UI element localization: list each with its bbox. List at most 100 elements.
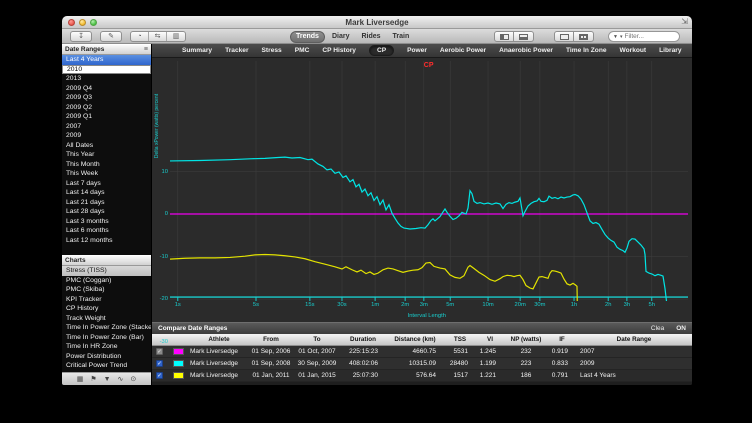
minimize-button[interactable] <box>79 19 86 26</box>
date-range-item[interactable]: 2009 Q3 <box>62 93 151 103</box>
tab-library[interactable]: Library <box>659 47 681 54</box>
tab-stress[interactable]: Stress <box>262 47 282 54</box>
chart-list-item[interactable]: KPI Tracker <box>62 295 151 305</box>
tab-workout[interactable]: Workout <box>620 47 647 54</box>
column-header: Distance (km) <box>386 336 444 343</box>
filter-input[interactable] <box>624 33 675 40</box>
chart-list-item[interactable]: Power Distribution <box>62 352 151 362</box>
chart-list-item[interactable]: PMC (Skiba) <box>62 285 151 295</box>
view-tab-train[interactable]: Train <box>388 32 415 42</box>
table-row[interactable]: ✓Mark Liversedge01 Jan, 201101 Jan, 2015… <box>152 370 692 382</box>
trend-icon[interactable]: ∿ <box>118 373 124 386</box>
sidebar-footer-toolbar: ▦ ⚑ ▼ ∿ ⊙ <box>62 372 151 385</box>
date-range-item[interactable]: Last 7 days <box>62 179 151 189</box>
date-range-item[interactable]: Last 12 months <box>62 236 151 246</box>
view-tab-rides[interactable]: Rides <box>356 32 385 42</box>
chart-list-item[interactable]: Time In HR Zone <box>62 342 151 352</box>
chart-list-item[interactable]: Time In Power Zone (Stacked) <box>62 323 151 333</box>
x-tick-label: 3m <box>420 302 428 308</box>
on-toggle[interactable]: ON <box>676 325 686 332</box>
tab-cp[interactable]: CP <box>369 45 394 56</box>
tab-time-in-zone[interactable]: Time In Zone <box>566 47 607 54</box>
stopwatch-button[interactable]: ◔ <box>131 32 149 41</box>
clear-button[interactable]: Clea <box>651 325 664 332</box>
left-pane-icon <box>500 34 509 40</box>
date-range-item[interactable]: Last 4 Years <box>62 55 151 65</box>
x-tick-label: 3h <box>624 302 630 308</box>
chart-canvas[interactable] <box>170 61 688 301</box>
column-header: From <box>248 336 294 343</box>
clock-icon[interactable]: ⊙ <box>130 373 136 386</box>
filter-funnel-icon[interactable]: ▼ <box>104 373 111 386</box>
date-range-item[interactable]: 2009 Q1 <box>62 112 151 122</box>
date-range-item[interactable]: Last 14 days <box>62 188 151 198</box>
date-range-item[interactable]: This Year <box>62 150 151 160</box>
tab-cp-history[interactable]: CP History <box>322 47 356 54</box>
title-bar[interactable]: Mark Liversedge ⇲ <box>62 16 692 29</box>
x-axis-labels: 1s5s15s30s1m2m3m5m10m20m30m1h2h3h5h <box>170 302 688 310</box>
row-checkbox[interactable]: ✓ <box>156 360 163 367</box>
cell-vi: 1.245 <box>476 348 504 355</box>
single-view-button[interactable] <box>554 31 574 42</box>
trash-button[interactable]: ▥ <box>167 32 185 41</box>
toggle-bottom-pane-button[interactable] <box>514 31 534 42</box>
date-range-item[interactable]: Last 3 months <box>62 217 151 227</box>
zoom-button[interactable] <box>90 19 97 26</box>
compose-button[interactable]: ✎ <box>100 31 122 42</box>
main-area: Summary Tracker Stress PMC CP History CP Power… <box>152 44 692 385</box>
column-header: NP (watts) <box>504 336 548 343</box>
import-button[interactable]: ↧ <box>70 31 92 42</box>
chart-list-item[interactable]: Time In Power Zone (Bar) <box>62 333 151 343</box>
date-range-item[interactable]: Last 28 days <box>62 207 151 217</box>
date-range-item[interactable]: 2010 <box>62 65 151 75</box>
tab-summary[interactable]: Summary <box>182 47 212 54</box>
date-range-item[interactable]: Last 21 days <box>62 198 151 208</box>
series-color-swatch <box>173 348 184 355</box>
column-header: IF <box>548 336 576 343</box>
date-range-item[interactable]: Last 6 months <box>62 226 151 236</box>
chart-list-item[interactable]: CP History <box>62 304 151 314</box>
tab-anaerobic-power[interactable]: Anaerobic Power <box>499 47 553 54</box>
date-range-item[interactable]: All Dates <box>62 141 151 151</box>
table-row[interactable]: ✓Mark Liversedge01 Sep, 200601 Oct, 2007… <box>152 346 692 358</box>
chart-list-item[interactable]: Critical Power Trend <box>62 361 151 371</box>
chart-list-item[interactable]: PMC (Coggan) <box>62 276 151 286</box>
chart-plot[interactable]: Delta xPower (watts) percent 100-10-20-3… <box>170 61 688 301</box>
filter-funnel-icon: ▼ <box>613 34 618 40</box>
splitter-button[interactable]: ⇆ <box>149 32 167 41</box>
cell-duration: 408:02:06 <box>340 360 386 367</box>
filter-field[interactable]: ▼ ▾ <box>608 31 680 42</box>
date-range-item[interactable]: This Week <box>62 169 151 179</box>
date-range-item[interactable]: 2009 Q4 <box>62 84 151 94</box>
calendar-icon[interactable]: ▦ <box>77 373 84 386</box>
date-range-item[interactable]: This Month <box>62 160 151 170</box>
date-range-item[interactable]: 2009 <box>62 131 151 141</box>
bookmark-icon[interactable]: ⚑ <box>90 373 96 386</box>
column-header: Date Range <box>576 336 692 343</box>
y-tick-label: 0 <box>165 211 168 217</box>
row-checkbox[interactable]: ✓ <box>156 372 163 379</box>
cell-if: 0.919 <box>548 348 576 355</box>
cell-range: 2007 <box>576 348 692 355</box>
tab-aerobic-power[interactable]: Aerobic Power <box>440 47 486 54</box>
tab-power[interactable]: Power <box>407 47 427 54</box>
date-range-item[interactable]: 2009 Q2 <box>62 103 151 113</box>
tiled-view-button[interactable] <box>574 31 594 42</box>
chart-list-item[interactable]: Stress (TISS) <box>62 266 151 276</box>
menu-icon[interactable]: ≡ <box>144 46 148 53</box>
tab-pmc[interactable]: PMC <box>295 47 310 54</box>
date-range-item[interactable]: 2007 <box>62 122 151 132</box>
chart-list-item[interactable]: Track Weight <box>62 314 151 324</box>
tab-tracker[interactable]: Tracker <box>225 47 248 54</box>
close-button[interactable] <box>68 19 75 26</box>
table-row[interactable]: ✓Mark Liversedge01 Sep, 200830 Sep, 2009… <box>152 358 692 370</box>
view-tab-diary[interactable]: Diary <box>327 32 355 42</box>
layout-toggles <box>554 31 594 42</box>
toggle-left-sidebar-button[interactable] <box>494 31 514 42</box>
date-ranges-header: Date Ranges ≡ <box>62 44 151 55</box>
date-range-item[interactable]: 2013 <box>62 74 151 84</box>
row-checkbox[interactable]: ✓ <box>156 348 163 355</box>
fullscreen-icon[interactable]: ⇲ <box>681 17 688 26</box>
column-header: To <box>294 336 340 343</box>
view-tab-trends[interactable]: Trends <box>290 31 325 43</box>
